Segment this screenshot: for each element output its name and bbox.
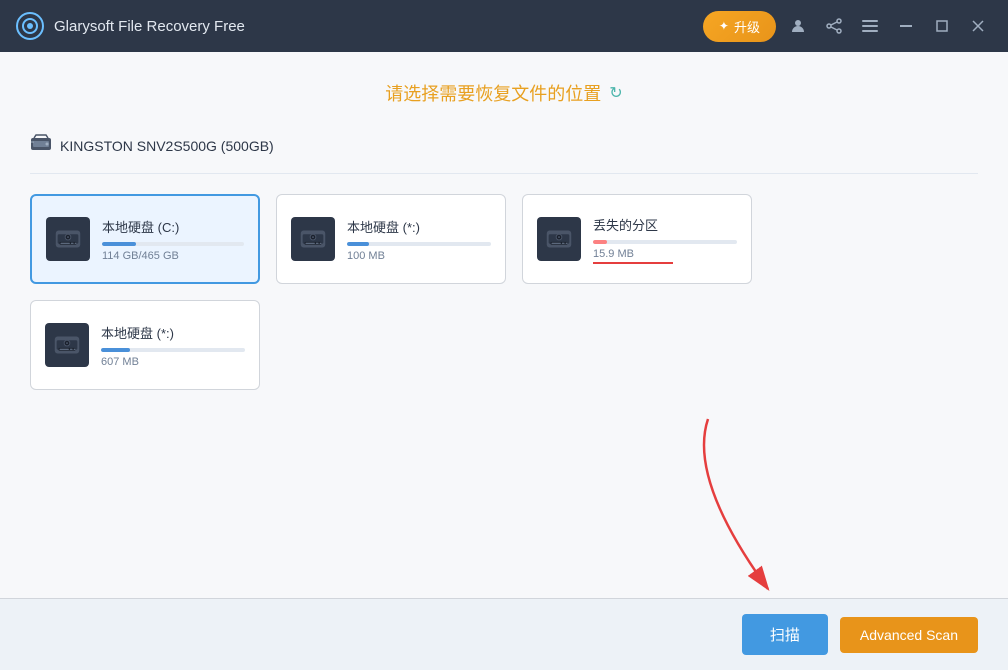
lost-partition-underline <box>593 262 673 264</box>
drive-info-drive-star1: 本地硬盘 (*:) 100 MB <box>347 217 491 262</box>
disk-header-icon <box>30 134 52 157</box>
drive-card-drive-star2[interactable]: 本地硬盘 (*:) 607 MB <box>30 300 260 390</box>
drive-bar-fill-drive-lost <box>593 240 607 244</box>
drive-bar-bg-drive-star1 <box>347 242 491 246</box>
drive-card-drive-star1[interactable]: 本地硬盘 (*:) 100 MB <box>276 194 506 284</box>
drive-info-drive-star2: 本地硬盘 (*:) 607 MB <box>101 323 245 368</box>
upgrade-button[interactable]: ✦ 升级 <box>703 11 776 42</box>
drive-grid: 本地硬盘 (C:) 114 GB/465 GB 本地硬盘 (*:) 100 MB 丢… <box>30 194 978 390</box>
drive-name-drive-star2: 本地硬盘 (*:) <box>101 323 245 342</box>
drive-size-drive-star1: 100 MB <box>347 250 491 262</box>
advanced-scan-button[interactable]: Advanced Scan <box>840 617 978 653</box>
bottom-bar: 扫描 Advanced Scan <box>0 598 1008 670</box>
drive-bar-fill-drive-star2 <box>101 348 130 352</box>
drive-card-drive-lost[interactable]: 丢失的分区 15.9 MB <box>522 194 752 284</box>
drive-bar-bg-drive-star2 <box>101 348 245 352</box>
refresh-icon[interactable]: ↻ <box>609 83 622 103</box>
main-content: 请选择需要恢复文件的位置 ↻ KINGSTON SNV2S500G (500GB… <box>0 52 1008 670</box>
drive-icon-drive-c <box>46 217 90 261</box>
title-bar-right: ✦ 升级 <box>703 11 992 42</box>
minimize-button[interactable] <box>892 12 920 40</box>
drive-bar-fill-drive-c <box>102 242 136 246</box>
drive-icon-drive-star2 <box>45 323 89 367</box>
disk-header: KINGSTON SNV2S500G (500GB) <box>30 126 978 174</box>
scan-button[interactable]: 扫描 <box>742 614 828 655</box>
drive-icon-drive-star1 <box>291 217 335 261</box>
page-title: 请选择需要恢复文件的位置 ↻ <box>385 80 622 106</box>
share-button[interactable] <box>820 12 848 40</box>
app-logo <box>16 12 44 40</box>
maximize-button[interactable] <box>928 12 956 40</box>
upgrade-label: 升级 <box>734 17 760 36</box>
drive-bar-bg-drive-lost <box>593 240 737 244</box>
disk-section: KINGSTON SNV2S500G (500GB) 本地硬盘 (C:) 114 … <box>0 126 1008 598</box>
drive-size-drive-c: 114 GB/465 GB <box>102 250 244 262</box>
drive-bar-fill-drive-star1 <box>347 242 369 246</box>
drive-icon-drive-lost <box>537 217 581 261</box>
app-title: Glarysoft File Recovery Free <box>54 18 245 35</box>
title-bar-left: Glarysoft File Recovery Free <box>16 12 703 40</box>
menu-button[interactable] <box>856 12 884 40</box>
drive-bar-bg-drive-c <box>102 242 244 246</box>
drive-size-drive-star2: 607 MB <box>101 356 245 368</box>
close-button[interactable] <box>964 12 992 40</box>
drive-name-drive-star1: 本地硬盘 (*:) <box>347 217 491 236</box>
title-bar: Glarysoft File Recovery Free ✦ 升级 <box>0 0 1008 52</box>
page-title-text: 请选择需要恢复文件的位置 <box>385 80 601 106</box>
profile-button[interactable] <box>784 12 812 40</box>
drive-size-drive-lost: 15.9 MB <box>593 248 737 260</box>
drive-info-drive-c: 本地硬盘 (C:) 114 GB/465 GB <box>102 217 244 262</box>
drive-info-drive-lost: 丢失的分区 15.9 MB <box>593 215 737 264</box>
drive-card-drive-c[interactable]: 本地硬盘 (C:) 114 GB/465 GB <box>30 194 260 284</box>
disk-group-name: KINGSTON SNV2S500G (500GB) <box>60 138 274 154</box>
page-header: 请选择需要恢复文件的位置 ↻ <box>0 52 1008 126</box>
drive-name-drive-lost: 丢失的分区 <box>593 215 737 234</box>
star-icon: ✦ <box>719 19 729 33</box>
drive-name-drive-c: 本地硬盘 (C:) <box>102 217 244 236</box>
